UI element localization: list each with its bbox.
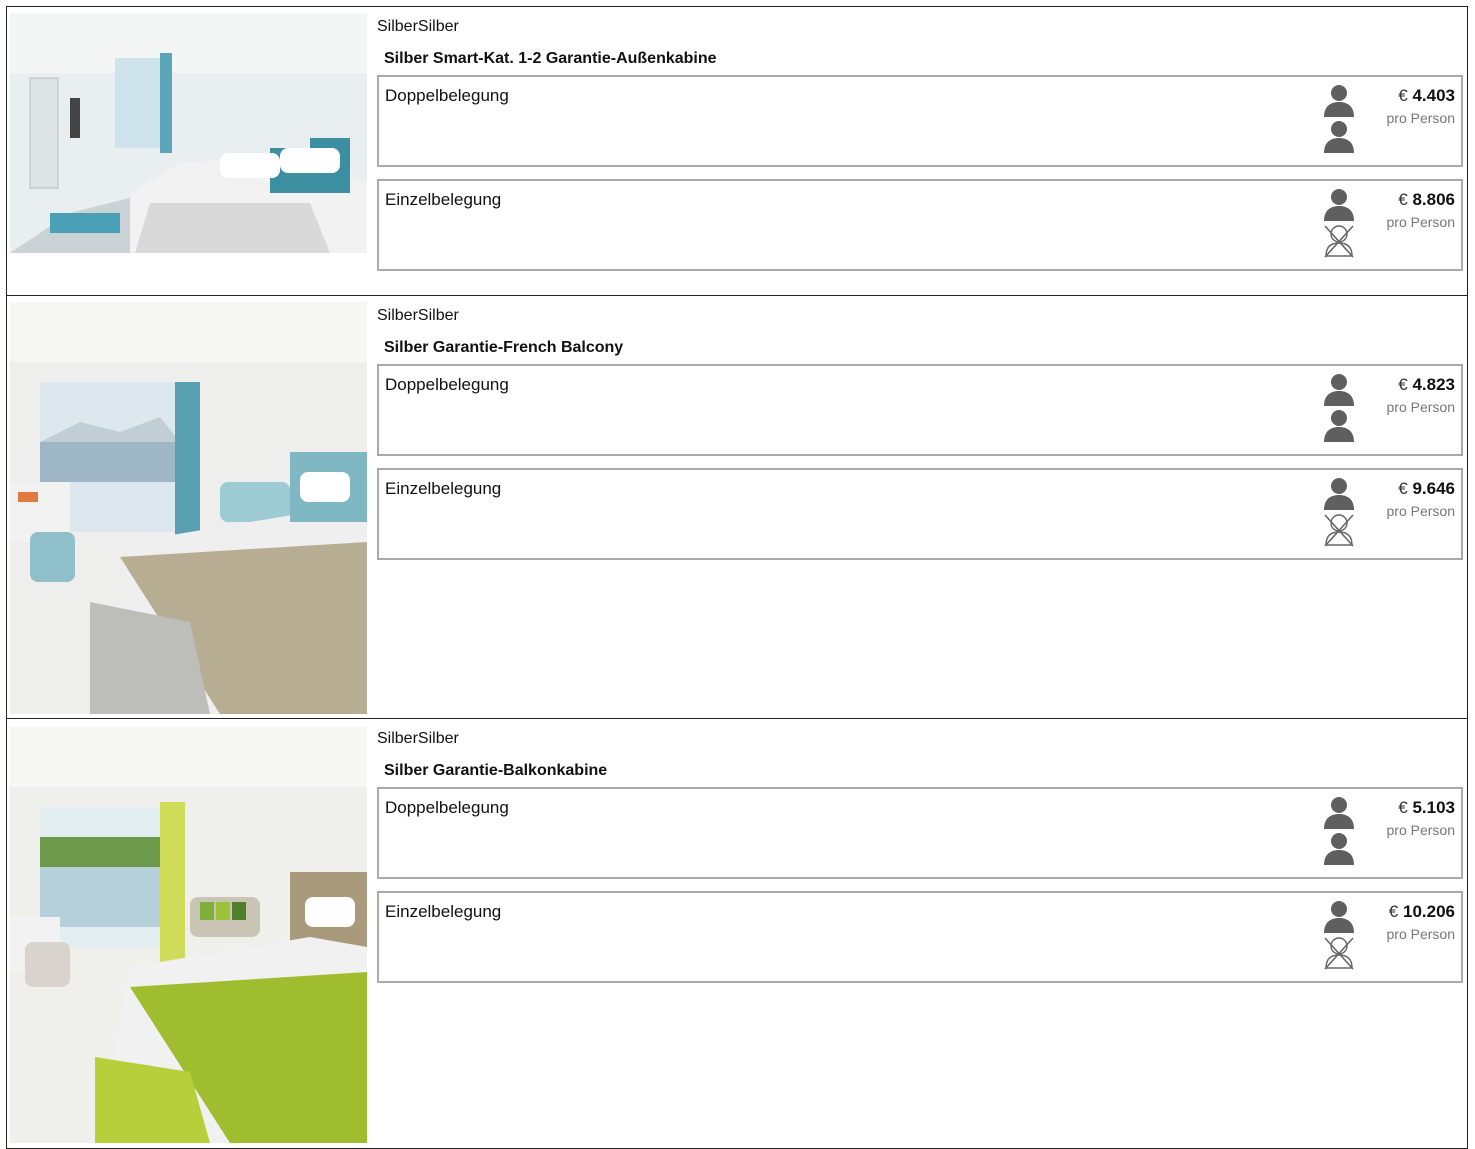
cabin-category: SilberSilber xyxy=(377,18,459,35)
occupancy-option-single[interactable]: Einzelbelegung € 9.646 pro Person xyxy=(377,468,1463,560)
cabin-title: Silber Smart-Kat. 1-2 Garantie-Außenkabi… xyxy=(384,50,717,67)
cabin-photo xyxy=(10,13,367,253)
cabin-photo xyxy=(10,302,367,714)
occupancy-label: Doppelbelegung xyxy=(385,86,509,105)
price: € 5.103 pro Person xyxy=(1387,798,1455,838)
price-value: 4.403 xyxy=(1412,86,1455,105)
occupancy-label: Einzelbelegung xyxy=(385,902,502,921)
occupancy-label: Doppelbelegung xyxy=(385,798,509,817)
price-unit: pro Person xyxy=(1386,926,1455,942)
price-value: 10.206 xyxy=(1403,902,1455,921)
price: € 10.206 pro Person xyxy=(1387,902,1455,942)
occupancy-option-single[interactable]: Einzelbelegung € 10.206 pro Person xyxy=(377,891,1463,983)
occupancy-option-double[interactable]: Doppelbelegung € 5.103 pro Person xyxy=(377,787,1463,879)
price-value: 9.646 xyxy=(1412,479,1455,498)
currency: € xyxy=(1398,798,1408,817)
cabin-category: SilberSilber xyxy=(377,307,459,324)
cabin-title: Silber Garantie-Balkonkabine xyxy=(384,762,608,779)
person-icon xyxy=(1322,476,1356,512)
currency: € xyxy=(1388,902,1399,921)
price-value: 5.103 xyxy=(1412,798,1455,817)
occupancy-icons xyxy=(1322,187,1358,259)
occupancy-icons xyxy=(1322,795,1358,867)
cabin-title: Silber Garantie-French Balcony xyxy=(384,339,624,356)
person-icon xyxy=(1322,119,1356,155)
occupancy-icons xyxy=(1322,372,1358,444)
currency: € xyxy=(1398,375,1408,394)
person-icon xyxy=(1322,795,1356,831)
cabin-card: SilberSilber Silber Smart-Kat. 1-2 Garan… xyxy=(6,6,1468,296)
currency: € xyxy=(1398,86,1408,105)
person-icon xyxy=(1322,408,1356,444)
person-icon xyxy=(1322,83,1356,119)
occupancy-label: Einzelbelegung xyxy=(385,479,502,498)
person-icon xyxy=(1322,831,1356,867)
price-value: 8.806 xyxy=(1412,190,1455,209)
occupancy-option-single[interactable]: Einzelbelegung € 8.806 pro Person xyxy=(377,179,1463,271)
cabin-card: SilberSilber Silber Garantie-French Balc… xyxy=(6,296,1468,719)
cabin-list: SilberSilber Silber Smart-Kat. 1-2 Garan… xyxy=(0,0,1475,1149)
person-icon xyxy=(1322,372,1356,408)
person-crossed-icon xyxy=(1322,935,1356,971)
price-unit: pro Person xyxy=(1386,214,1455,230)
price: € 4.403 pro Person xyxy=(1387,86,1455,126)
person-crossed-icon xyxy=(1322,512,1356,548)
occupancy-icons xyxy=(1322,899,1358,971)
price-unit: pro Person xyxy=(1386,110,1455,126)
price-unit: pro Person xyxy=(1386,399,1455,415)
price-unit: pro Person xyxy=(1386,822,1455,838)
price: € 9.646 pro Person xyxy=(1387,479,1455,519)
price: € 4.823 pro Person xyxy=(1387,375,1455,415)
occupancy-option-double[interactable]: Doppelbelegung € 4.403 pro Person xyxy=(377,75,1463,167)
cabin-photo xyxy=(10,727,367,1143)
currency: € xyxy=(1398,190,1408,209)
cabin-card: SilberSilber Silber Garantie-Balkonkabin… xyxy=(6,719,1468,1149)
price-unit: pro Person xyxy=(1386,503,1455,519)
occupancy-icons xyxy=(1322,476,1358,548)
currency: € xyxy=(1398,479,1408,498)
person-icon xyxy=(1322,187,1356,223)
price: € 8.806 pro Person xyxy=(1387,190,1455,230)
person-icon xyxy=(1322,899,1356,935)
price-value: 4.823 xyxy=(1412,375,1455,394)
occupancy-icons xyxy=(1322,83,1358,155)
cabin-category: SilberSilber xyxy=(377,730,459,747)
occupancy-option-double[interactable]: Doppelbelegung € 4.823 pro Person xyxy=(377,364,1463,456)
occupancy-label: Einzelbelegung xyxy=(385,190,502,209)
person-crossed-icon xyxy=(1322,223,1356,259)
occupancy-label: Doppelbelegung xyxy=(385,375,509,394)
